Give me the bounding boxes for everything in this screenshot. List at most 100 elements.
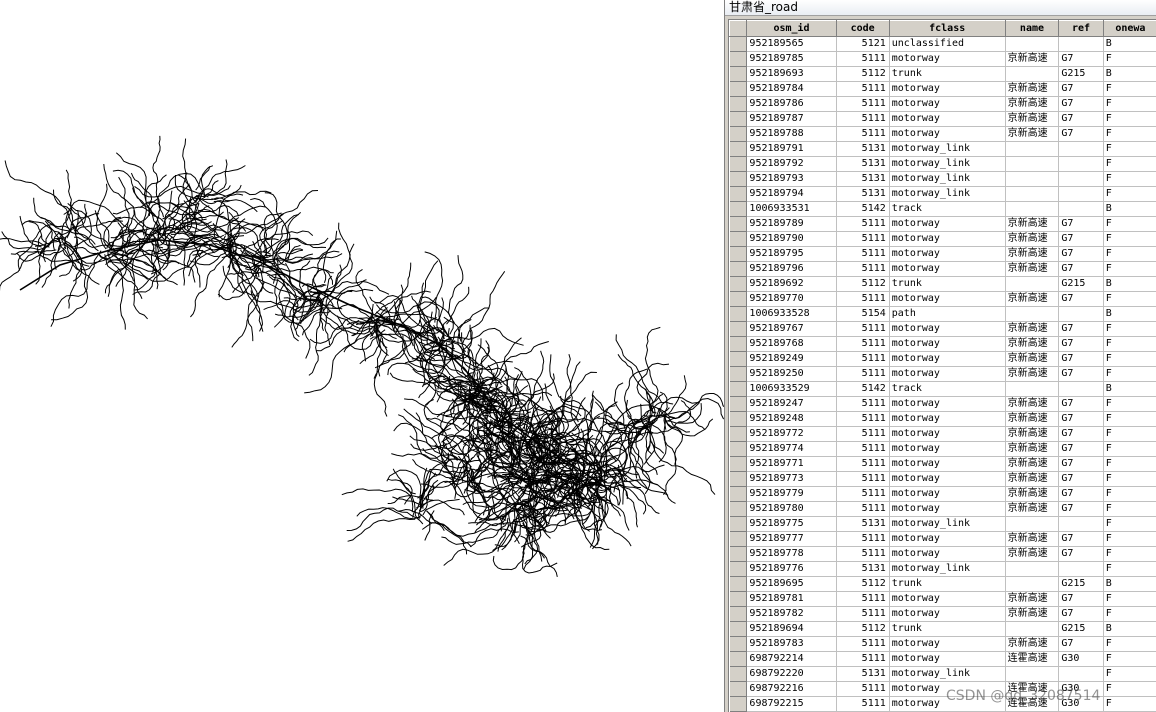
cell-ref[interactable]: G215	[1058, 576, 1104, 592]
cell-ref[interactable]: G7	[1058, 486, 1104, 502]
row-selector[interactable]	[729, 216, 748, 232]
table-row[interactable]: 698792214 5111 motorway 连霍高速 G30 F	[729, 651, 1156, 667]
table-row[interactable]: 952189777 5111 motorway 京新高速 G7 F	[729, 531, 1156, 547]
cell-fclass[interactable]: trunk	[889, 621, 1006, 637]
cell-oneway[interactable]: F	[1103, 411, 1156, 427]
cell-osm-id[interactable]: 952189783	[746, 636, 837, 652]
table-row[interactable]: 952189790 5111 motorway 京新高速 G7 F	[729, 231, 1156, 247]
table-row[interactable]: 952189565 5121 unclassified B	[729, 36, 1156, 52]
column-header-name[interactable]: name	[1004, 20, 1060, 37]
cell-oneway[interactable]: F	[1103, 216, 1156, 232]
cell-oneway[interactable]: F	[1103, 51, 1156, 67]
cell-name[interactable]: 京新高速	[1005, 321, 1060, 337]
cell-osm-id[interactable]: 952189781	[746, 591, 837, 607]
cell-ref[interactable]: G7	[1058, 531, 1104, 547]
cell-code[interactable]: 5111	[836, 531, 890, 547]
table-row[interactable]: 952189768 5111 motorway 京新高速 G7 F	[729, 336, 1156, 352]
cell-fclass[interactable]: motorway	[889, 471, 1006, 487]
cell-osm-id[interactable]: 952189792	[746, 156, 837, 172]
cell-ref[interactable]	[1058, 666, 1104, 682]
table-row[interactable]: 1006933529 5142 track B	[729, 381, 1156, 397]
cell-oneway[interactable]: F	[1103, 636, 1156, 652]
column-header-osm-id[interactable]: osm_id	[746, 20, 837, 37]
cell-osm-id[interactable]: 698792215	[746, 696, 837, 712]
cell-osm-id[interactable]: 952189775	[746, 516, 837, 532]
cell-code[interactable]: 5131	[836, 516, 890, 532]
cell-fclass[interactable]: trunk	[889, 66, 1006, 82]
cell-oneway[interactable]: F	[1103, 321, 1156, 337]
cell-oneway[interactable]: F	[1103, 606, 1156, 622]
cell-osm-id[interactable]: 698792220	[746, 666, 837, 682]
cell-ref[interactable]	[1058, 36, 1104, 52]
cell-code[interactable]: 5111	[836, 651, 890, 667]
row-selector[interactable]	[729, 291, 748, 307]
row-selector[interactable]	[729, 606, 748, 622]
cell-oneway[interactable]: F	[1103, 426, 1156, 442]
cell-code[interactable]: 5111	[836, 636, 890, 652]
cell-fclass[interactable]: motorway	[889, 606, 1006, 622]
cell-oneway[interactable]: F	[1103, 471, 1156, 487]
cell-oneway[interactable]: F	[1103, 231, 1156, 247]
row-selector[interactable]	[729, 186, 748, 202]
cell-code[interactable]: 5111	[836, 351, 890, 367]
cell-oneway[interactable]: F	[1103, 486, 1156, 502]
table-row[interactable]: 952189247 5111 motorway 京新高速 G7 F	[729, 396, 1156, 412]
cell-code[interactable]: 5111	[836, 231, 890, 247]
cell-osm-id[interactable]: 952189791	[746, 141, 837, 157]
cell-oneway[interactable]: F	[1103, 561, 1156, 577]
row-selector[interactable]	[729, 651, 748, 667]
cell-name[interactable]: 京新高速	[1005, 636, 1060, 652]
cell-code[interactable]: 5131	[836, 186, 890, 202]
table-row[interactable]: 952189773 5111 motorway 京新高速 G7 F	[729, 471, 1156, 487]
cell-osm-id[interactable]: 952189788	[746, 126, 837, 142]
table-row[interactable]: 1006933531 5142 track B	[729, 201, 1156, 217]
table-row[interactable]: 952189778 5111 motorway 京新高速 G7 F	[729, 546, 1156, 562]
cell-osm-id[interactable]: 698792216	[746, 681, 837, 697]
table-row[interactable]: 952189780 5111 motorway 京新高速 G7 F	[729, 501, 1156, 517]
cell-osm-id[interactable]: 952189787	[746, 111, 837, 127]
cell-code[interactable]: 5111	[836, 591, 890, 607]
cell-name[interactable]: 京新高速	[1005, 351, 1060, 367]
cell-fclass[interactable]: motorway_link	[889, 171, 1006, 187]
row-selector[interactable]	[729, 141, 748, 157]
cell-name[interactable]: 京新高速	[1005, 606, 1060, 622]
cell-name[interactable]: 京新高速	[1005, 441, 1060, 457]
cell-oneway[interactable]: F	[1103, 366, 1156, 382]
cell-name[interactable]: 连霍高速	[1005, 651, 1060, 667]
cell-osm-id[interactable]: 952189794	[746, 186, 837, 202]
row-selector[interactable]	[729, 261, 748, 277]
cell-name[interactable]	[1005, 381, 1060, 397]
cell-fclass[interactable]: motorway	[889, 216, 1006, 232]
cell-code[interactable]: 5121	[836, 36, 890, 52]
row-selector[interactable]	[729, 696, 748, 712]
cell-fclass[interactable]: motorway	[889, 96, 1006, 112]
column-header-code[interactable]: code	[835, 20, 890, 37]
row-selector[interactable]	[729, 621, 748, 637]
cell-fclass[interactable]: motorway	[889, 81, 1006, 97]
cell-code[interactable]: 5154	[836, 306, 890, 322]
cell-name[interactable]: 京新高速	[1005, 531, 1060, 547]
cell-code[interactable]: 5131	[836, 171, 890, 187]
cell-name[interactable]	[1005, 306, 1060, 322]
row-selector[interactable]	[729, 321, 748, 337]
row-selector[interactable]	[729, 441, 748, 457]
table-row[interactable]: 952189250 5111 motorway 京新高速 G7 F	[729, 366, 1156, 382]
table-row[interactable]: 952189793 5131 motorway_link F	[729, 171, 1156, 187]
cell-ref[interactable]: G7	[1058, 291, 1104, 307]
cell-fclass[interactable]: motorway	[889, 426, 1006, 442]
cell-ref[interactable]	[1058, 141, 1104, 157]
cell-fclass[interactable]: motorway	[889, 111, 1006, 127]
cell-ref[interactable]: G215	[1058, 621, 1104, 637]
table-row[interactable]: 952189787 5111 motorway 京新高速 G7 F	[729, 111, 1156, 127]
cell-code[interactable]: 5111	[836, 216, 890, 232]
row-selector[interactable]	[729, 381, 748, 397]
table-row[interactable]: 952189788 5111 motorway 京新高速 G7 F	[729, 126, 1156, 142]
cell-osm-id[interactable]: 952189795	[746, 246, 837, 262]
cell-name[interactable]: 京新高速	[1005, 591, 1060, 607]
cell-osm-id[interactable]: 952189779	[746, 486, 837, 502]
cell-code[interactable]: 5111	[836, 501, 890, 517]
table-row[interactable]: 952189248 5111 motorway 京新高速 G7 F	[729, 411, 1156, 427]
row-selector[interactable]	[729, 51, 748, 67]
cell-fclass[interactable]: motorway	[889, 531, 1006, 547]
cell-name[interactable]	[1005, 66, 1060, 82]
